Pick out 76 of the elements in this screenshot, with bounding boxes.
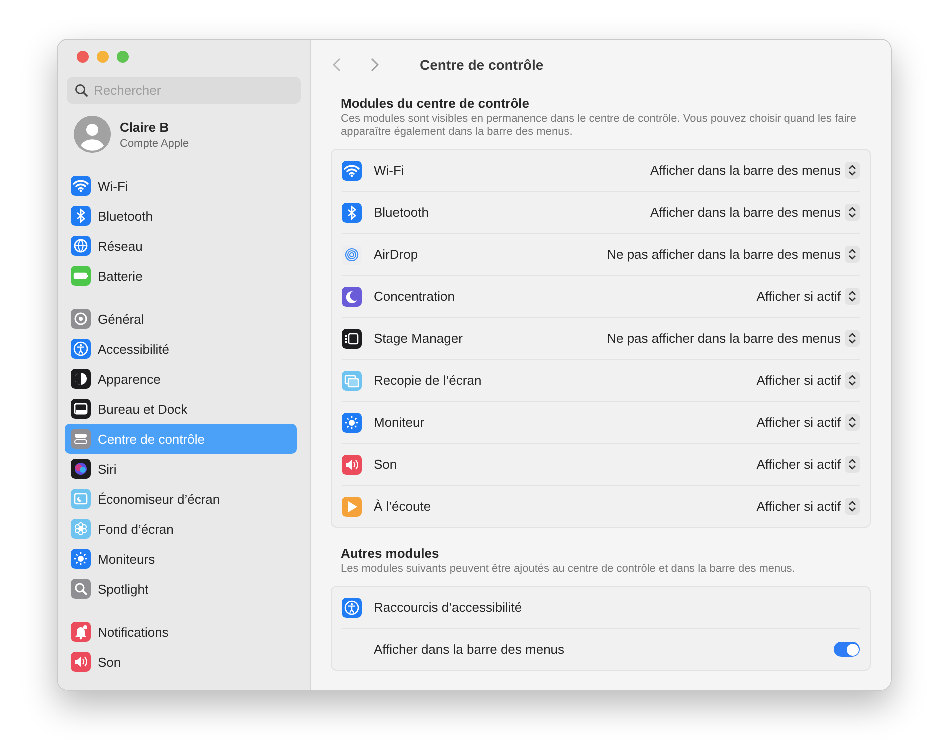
- speaker-icon: [342, 454, 362, 474]
- accessibility-icon: [71, 339, 91, 359]
- section-title: Autres modules: [341, 546, 440, 561]
- mirror-icon: [342, 370, 362, 390]
- menu-bar-popup[interactable]: Afficher si actif: [756, 288, 860, 305]
- battery-icon: [71, 266, 91, 286]
- forward-chevron-icon[interactable]: [371, 58, 379, 72]
- zoom-button[interactable]: [117, 51, 129, 63]
- dock-icon: [71, 399, 91, 419]
- moon-icon: [342, 286, 362, 306]
- menu-bar-popup[interactable]: Afficher si actif: [756, 456, 860, 473]
- sun-icon: [71, 549, 91, 569]
- sidebar-item[interactable]: Bureau et Dock: [65, 394, 297, 424]
- menu-bar-popup[interactable]: Ne pas afficher dans la barre des menus: [607, 246, 860, 263]
- sidebar-item[interactable]: Apparence: [65, 364, 297, 394]
- menu-bar-popup[interactable]: Afficher dans la barre des menus: [650, 162, 860, 179]
- sidebar-item[interactable]: Accessibilité: [65, 334, 297, 364]
- stage-icon: [342, 328, 362, 348]
- section-description: Ces modules sont visibles en permanence dans le centre de contrôle. Vous pouvez choisir quand les faire apparaître également dans la barre des menus.: [341, 113, 858, 139]
- gear-icon: [71, 309, 91, 329]
- bell-icon: [71, 622, 91, 642]
- wifi-icon: [71, 176, 91, 196]
- menu-bar-popup[interactable]: Afficher si actif: [756, 498, 860, 515]
- sidebar-item[interactable]: Économiseur d’écran: [65, 484, 297, 514]
- toggle-switch[interactable]: [834, 642, 860, 657]
- row-label: Wi-Fi: [374, 163, 406, 178]
- sidebar-item[interactable]: Spotlight: [65, 574, 297, 604]
- magnifier-icon: [71, 579, 91, 599]
- speaker-icon: [71, 652, 91, 672]
- toggles-icon: [71, 429, 91, 449]
- menu-bar-popup[interactable]: Afficher si actif: [756, 414, 860, 431]
- window-title: Centre de contrôle: [420, 57, 544, 73]
- screensaver-icon: [71, 489, 91, 509]
- menu-bar-popup[interactable]: Afficher dans la barre des menus: [650, 204, 860, 221]
- sidebar-item[interactable]: Wi-Fi: [65, 171, 297, 201]
- row-label: Son: [374, 457, 398, 472]
- section-title: Modules du centre de contrôle: [341, 96, 531, 111]
- sidebar-item[interactable]: Batterie: [65, 261, 297, 291]
- play-icon: [342, 496, 362, 516]
- avatar-icon[interactable]: [74, 116, 111, 153]
- sidebar-item[interactable]: Bluetooth: [65, 201, 297, 231]
- sidebar-item[interactable]: Fond d’écran: [65, 514, 297, 544]
- section-description: Les modules suivants peuvent être ajoutés au centre de contrôle et dans la barre des menus.: [341, 563, 796, 576]
- sidebar-item[interactable]: Siri: [65, 454, 297, 484]
- bluetooth-icon: [342, 202, 362, 222]
- sun-icon: [342, 412, 362, 432]
- accessibility-icon: [342, 598, 362, 618]
- close-button[interactable]: [77, 51, 89, 63]
- row-label: Recopie de l’écran: [374, 373, 483, 388]
- row-label: Bluetooth: [374, 205, 430, 220]
- account-name: Claire B: [120, 120, 170, 134]
- row-label: Afficher dans la barre des menus: [374, 642, 566, 657]
- sidebar-item[interactable]: Moniteurs: [65, 544, 297, 574]
- globe-icon: [71, 236, 91, 256]
- wifi-icon: [342, 160, 362, 180]
- sidebar-item[interactable]: Son: [65, 647, 297, 677]
- flower-icon: [71, 519, 91, 539]
- appearance-icon: [71, 369, 91, 389]
- minimize-button[interactable]: [97, 51, 109, 63]
- search-icon: [75, 84, 89, 98]
- search-field[interactable]: Rechercher: [67, 77, 301, 104]
- row-label: Moniteur: [374, 415, 426, 430]
- bluetooth-icon: [71, 206, 91, 226]
- sidebar-item[interactable]: Notifications: [65, 617, 297, 647]
- menu-bar-popup[interactable]: Afficher si actif: [756, 372, 860, 389]
- account-subtitle: Compte Apple: [120, 138, 190, 150]
- row-label: Stage Manager: [374, 331, 464, 346]
- menu-bar-popup[interactable]: Ne pas afficher dans la barre des menus: [607, 330, 860, 347]
- sidebar-item[interactable]: Général: [65, 304, 297, 334]
- siri-icon: [71, 459, 91, 479]
- back-chevron-icon[interactable]: [333, 58, 341, 72]
- row-label: AirDrop: [374, 247, 420, 262]
- sidebar-item[interactable]: Réseau: [65, 231, 297, 261]
- row-label: Raccourcis d’accessibilité: [374, 600, 524, 615]
- row-label: Concentration: [374, 289, 456, 304]
- row-label: À l’écoute: [374, 499, 432, 514]
